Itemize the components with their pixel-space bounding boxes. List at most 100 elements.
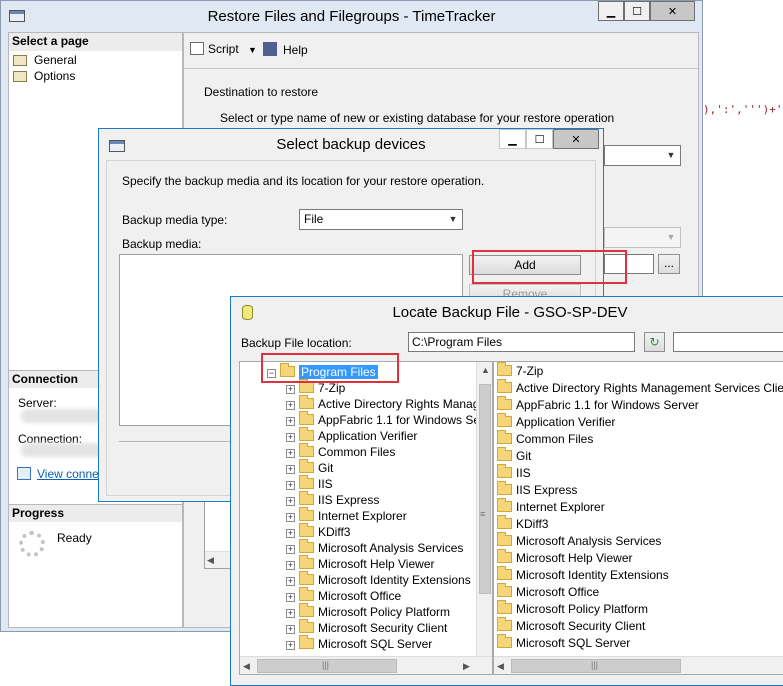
media-type-dropdown[interactable]: File ▼ <box>299 209 463 230</box>
expand-icon[interactable]: + <box>286 465 295 474</box>
list-item[interactable]: Microsoft SQL Server <box>497 634 630 652</box>
folder-icon <box>497 549 512 563</box>
list-item[interactable]: 7-Zip <box>497 362 543 380</box>
tree-item-label: AppFabric 1.1 for Windows Serv <box>318 413 491 427</box>
tree-item[interactable]: + AppFabric 1.1 for Windows Serv <box>286 411 491 428</box>
expand-icon[interactable]: + <box>286 401 295 410</box>
expand-icon[interactable]: + <box>286 529 295 538</box>
toolbar: Script ▼ Help <box>184 33 698 69</box>
list-item[interactable]: Microsoft Identity Extensions <box>497 566 669 584</box>
tree-item-label: Git <box>318 461 334 475</box>
list-item[interactable]: KDiff3 <box>497 515 548 533</box>
file-list: 7-Zip Active Directory Rights Management … <box>493 361 783 675</box>
list-item[interactable]: AppFabric 1.1 for Windows Server <box>497 396 699 414</box>
script-button[interactable]: Script ▼ <box>190 42 257 56</box>
chevron-down-icon: ▼ <box>666 150 676 160</box>
list-item[interactable]: Common Files <box>497 430 593 448</box>
tree-item[interactable]: + Active Directory Rights Manager <box>286 395 490 412</box>
folder-icon <box>299 571 314 585</box>
list-item[interactable]: Microsoft Security Client <box>497 617 646 635</box>
tree-item[interactable]: + IIS <box>286 475 333 492</box>
location-input[interactable]: C:\Program Files <box>408 332 635 352</box>
select-page-header: Select a page <box>9 33 182 51</box>
folder-icon <box>497 515 512 529</box>
expand-icon[interactable]: + <box>286 641 295 650</box>
tree-item[interactable]: + IIS Express <box>286 491 379 508</box>
tree-item[interactable]: + Microsoft Office <box>286 587 401 604</box>
folder-icon <box>497 583 512 597</box>
tree-vertical-scrollbar[interactable]: ▲ ≡ <box>476 362 492 656</box>
refresh-button[interactable]: ↻ <box>644 332 665 352</box>
list-item[interactable]: Microsoft Analysis Services <box>497 532 661 550</box>
tree-horizontal-scrollbar[interactable]: ◀ ||| ▶ <box>240 656 492 674</box>
tree-scroll-thumb[interactable] <box>479 384 491 594</box>
expand-icon[interactable]: + <box>286 561 295 570</box>
list-item[interactable]: Microsoft Office <box>497 583 600 601</box>
file-name-input[interactable] <box>673 332 783 352</box>
tree-item-label: Microsoft Identity Extensions <box>318 573 471 587</box>
browse-button[interactable]: ... <box>658 254 680 274</box>
list-item[interactable]: Microsoft Help Viewer <box>497 549 632 567</box>
view-connection-text: View connec <box>37 467 105 481</box>
instruction-text: Specify the backup media and its locatio… <box>122 174 485 188</box>
tree-item[interactable]: + Microsoft Analysis Services <box>286 539 463 556</box>
maximize-button[interactable]: ☐ <box>526 129 553 149</box>
location-label-text: Backup File location: <box>241 336 352 350</box>
page-icon <box>13 71 27 82</box>
expand-icon[interactable]: + <box>286 609 295 618</box>
list-item-label: Internet Explorer <box>516 500 605 514</box>
list-item[interactable]: Application Verifier <box>497 413 615 431</box>
list-item-label: Microsoft Security Client <box>516 619 646 633</box>
progress-header: Progress <box>9 504 182 522</box>
folder-icon <box>299 523 314 537</box>
folder-icon <box>299 635 314 649</box>
hthumb-grip: ||| <box>591 660 599 670</box>
tree-item[interactable]: + Microsoft Help Viewer <box>286 555 434 572</box>
page-label: Options <box>34 69 76 83</box>
expand-icon[interactable]: + <box>286 513 295 522</box>
expand-icon[interactable]: + <box>286 545 295 554</box>
restore-window-titlebar: Restore Files and Filegroups - TimeTrack… <box>1 1 702 31</box>
list-item[interactable]: Git <box>497 447 531 465</box>
tree-item-label: Microsoft Security Client <box>318 621 448 635</box>
expand-icon[interactable]: + <box>286 625 295 634</box>
minimize-button[interactable]: ▁ <box>499 129 526 149</box>
expand-icon[interactable]: + <box>286 497 295 506</box>
close-button[interactable]: ✕ <box>553 129 599 149</box>
maximize-button[interactable]: ☐ <box>624 1 650 21</box>
window-icon <box>109 140 125 152</box>
folder-icon <box>497 617 512 631</box>
expand-icon[interactable]: + <box>286 433 295 442</box>
expand-icon[interactable]: + <box>286 449 295 458</box>
list-item[interactable]: Internet Explorer <box>497 498 605 516</box>
tree-item[interactable]: + Common Files <box>286 443 396 460</box>
help-button[interactable]: Help <box>263 42 308 57</box>
list-item[interactable]: IIS Express <box>497 481 577 499</box>
expand-icon[interactable]: + <box>286 385 295 394</box>
tree-item[interactable]: + Microsoft Identity Extensions <box>286 571 471 588</box>
close-button[interactable]: ✕ <box>650 1 695 21</box>
expand-icon[interactable]: + <box>286 593 295 602</box>
expand-icon[interactable]: + <box>286 481 295 490</box>
highlight-program-files <box>261 353 399 383</box>
tree-item[interactable]: + Microsoft Policy Platform <box>286 603 450 620</box>
tree-item[interactable]: + Microsoft SQL Server <box>286 635 432 652</box>
list-item[interactable]: Active Directory Rights Management Servi… <box>497 379 783 397</box>
scroll-left-icon: ◀ <box>207 555 214 565</box>
database-dropdown[interactable]: ▼ <box>604 145 681 166</box>
list-item-label: Microsoft Office <box>516 585 600 599</box>
location-value: C:\Program Files <box>412 335 503 349</box>
tree-item[interactable]: + KDiff3 <box>286 523 350 540</box>
list-horizontal-scrollbar[interactable]: ◀ ||| <box>494 656 783 674</box>
tree-item[interactable]: + Internet Explorer <box>286 507 407 524</box>
tree-item[interactable]: + Microsoft Security Client <box>286 619 448 636</box>
list-item[interactable]: IIS <box>497 464 531 482</box>
tree-item[interactable]: + Application Verifier <box>286 427 417 444</box>
expand-icon[interactable]: + <box>286 577 295 586</box>
expand-icon[interactable]: + <box>286 417 295 426</box>
view-connection-link[interactable]: View connec <box>17 467 105 481</box>
minimize-button[interactable]: ▁ <box>598 1 624 21</box>
tree-item-label: Common Files <box>318 445 396 459</box>
list-item[interactable]: Microsoft Policy Platform <box>497 600 648 618</box>
tree-item[interactable]: + Git <box>286 459 334 476</box>
